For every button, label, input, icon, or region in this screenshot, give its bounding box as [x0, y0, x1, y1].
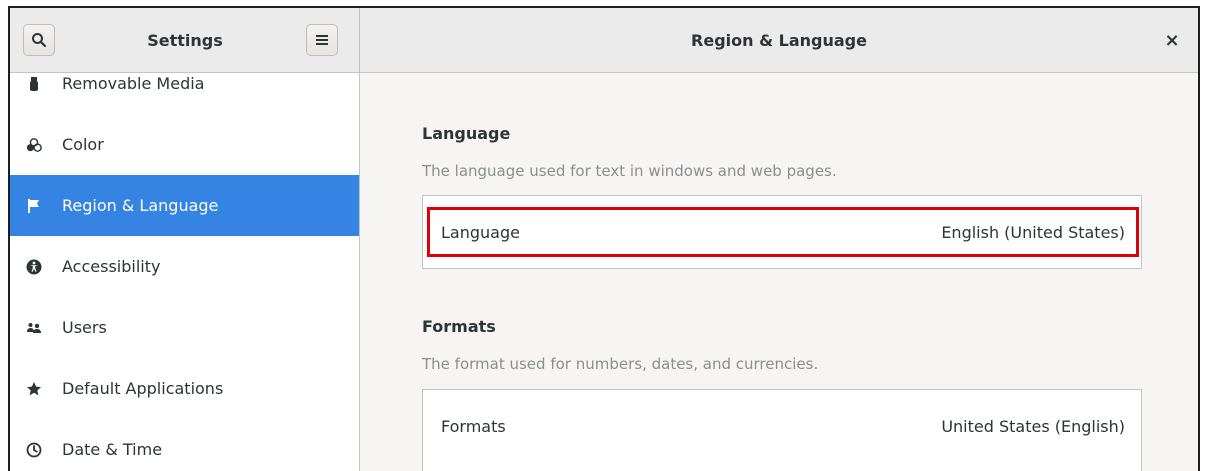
formats-section-description: The format used for numbers, dates, and … [422, 355, 819, 373]
menu-button[interactable] [306, 24, 338, 56]
search-button[interactable] [23, 24, 55, 56]
language-row-label: Language [441, 222, 520, 242]
sidebar: Removable Media Color Region & Language … [10, 73, 360, 471]
sidebar-item-color[interactable]: Color [10, 114, 359, 175]
formats-section-title: Formats [422, 317, 496, 336]
sidebar-item-removable-media[interactable]: Removable Media [10, 73, 359, 114]
sidebar-item-label: Color [62, 135, 104, 154]
formats-row-value: United States (English) [941, 416, 1125, 436]
settings-window: Settings Region & Language × Removable M… [8, 6, 1200, 471]
close-button[interactable]: × [1160, 28, 1184, 52]
panel-title: Region & Language [691, 30, 867, 50]
sidebar-item-label: Removable Media [62, 74, 205, 93]
close-icon: × [1164, 29, 1180, 51]
formats-list: Formats United States (English) [422, 389, 1142, 471]
region-language-panel: Language The language used for text in w… [360, 73, 1198, 471]
formats-row-label: Formats [441, 416, 506, 436]
usb-drive-icon [26, 76, 42, 92]
sidebar-item-date-time[interactable]: Date & Time [10, 419, 359, 471]
sidebar-item-label: Users [62, 318, 107, 337]
flag-icon [26, 198, 42, 214]
star-icon [26, 381, 42, 397]
language-section-title: Language [422, 124, 511, 143]
sidebar-item-label: Region & Language [62, 196, 219, 215]
sidebar-item-region-language[interactable]: Region & Language [10, 175, 359, 236]
sidebar-item-users[interactable]: Users [10, 297, 359, 358]
accessibility-icon [26, 259, 42, 275]
sidebar-item-label: Default Applications [62, 379, 224, 398]
sidebar-item-label: Accessibility [62, 257, 161, 276]
language-row[interactable]: Language English (United States) [427, 207, 1139, 257]
color-icon [26, 137, 42, 153]
language-section-description: The language used for text in windows an… [422, 162, 837, 180]
search-icon [32, 33, 47, 48]
sidebar-item-accessibility[interactable]: Accessibility [10, 236, 359, 297]
sidebar-list: Removable Media Color Region & Language … [10, 73, 359, 471]
hamburger-menu-icon [316, 35, 328, 45]
formats-row[interactable]: Formats United States (English) [427, 401, 1139, 451]
clock-icon [26, 442, 42, 458]
users-icon [26, 320, 42, 336]
sidebar-item-label: Date & Time [62, 440, 163, 459]
language-row-value: English (United States) [941, 222, 1125, 242]
header-bar: Settings Region & Language × [10, 8, 1198, 73]
sidebar-item-default-applications[interactable]: Default Applications [10, 358, 359, 419]
sidebar-header: Settings [10, 8, 360, 72]
language-list: Language English (United States) [422, 195, 1142, 269]
